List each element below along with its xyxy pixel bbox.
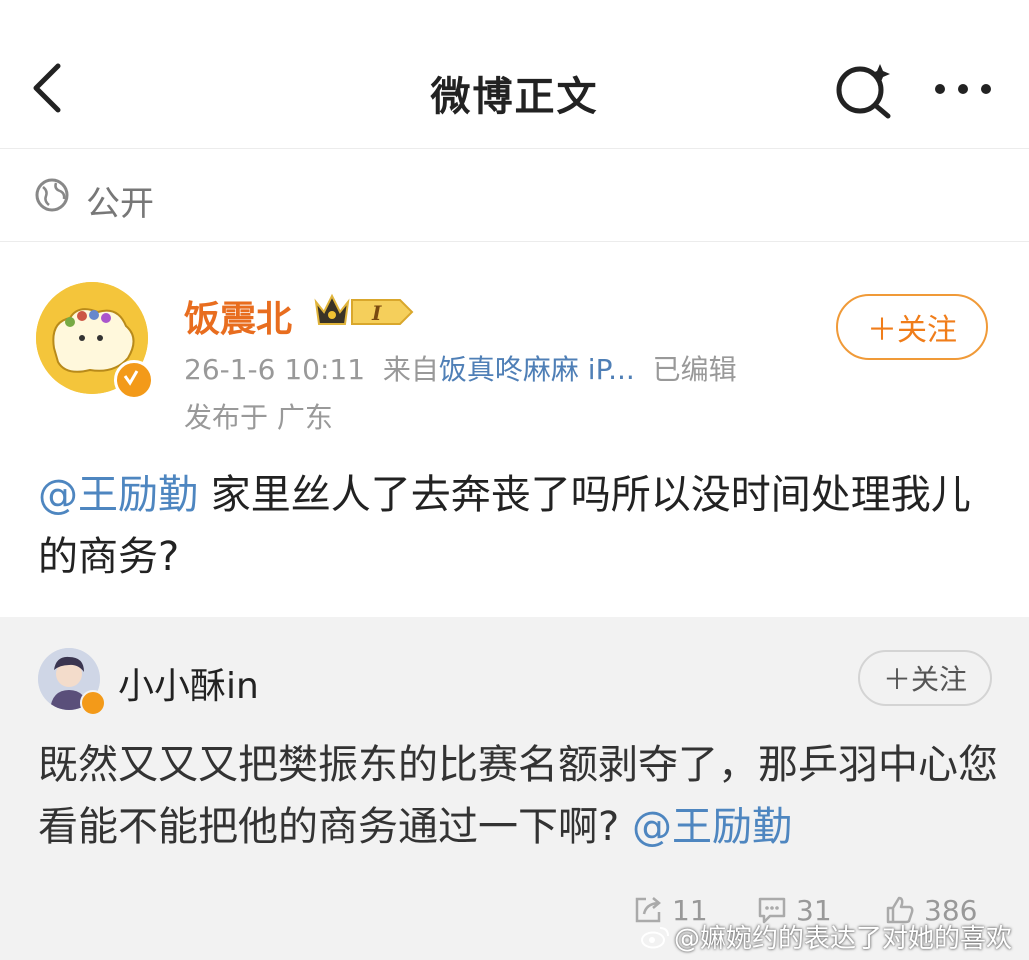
visibility-label: 公开	[86, 184, 154, 224]
verified-badge	[114, 360, 154, 400]
repost-body: 既然又又又把樊振东的比赛名额剥夺了，那乒羽中心您看能不能把他的商务通过一下啊?	[38, 742, 998, 850]
level-badge: I	[351, 299, 414, 325]
source-prefix: 来自	[382, 353, 439, 386]
mention-link[interactable]: @王励勤	[38, 472, 198, 518]
watermark: @嫲婉约的表达了对她的喜欢	[640, 918, 1012, 955]
globe-icon	[35, 178, 69, 212]
edited-label[interactable]: 已编辑	[653, 353, 737, 386]
repost-follow-button[interactable]: ＋关注	[858, 650, 992, 706]
post-time: 26-1-6 10:11	[184, 353, 366, 386]
mention-link[interactable]: @王励勤	[632, 804, 792, 850]
svg-text:I: I	[371, 301, 382, 325]
follow-button[interactable]: ＋关注	[836, 294, 988, 360]
verified-badge	[80, 690, 106, 716]
more-dots-icon	[935, 84, 991, 94]
visibility-row	[0, 149, 1029, 242]
author-name[interactable]: 饭震北	[184, 290, 292, 342]
search-button[interactable]	[832, 58, 898, 124]
source-link[interactable]: 饭真咚麻麻 iP...	[439, 353, 635, 386]
more-button[interactable]	[928, 62, 998, 112]
post-meta: 26-1-6 10:11 来自饭真咚麻麻 iP... 已编辑	[184, 348, 737, 388]
watermark-text: @嫲婉约的表达了对她的喜欢	[674, 924, 1013, 954]
repost-text: 既然又又又把樊振东的比赛名额剥夺了，那乒羽中心您看能不能把他的商务通过一下啊? …	[38, 734, 998, 858]
search-sparkle-icon	[836, 64, 891, 119]
repost-user-name[interactable]: 小小酥in	[118, 657, 259, 709]
post-location: 发布于 广东	[184, 401, 333, 434]
crown-icon	[314, 293, 350, 325]
weibo-logo-icon	[641, 926, 669, 948]
post-text: @王励勤 家里丝人了去奔丧了吗所以没时间处理我儿的商务?	[38, 464, 988, 588]
